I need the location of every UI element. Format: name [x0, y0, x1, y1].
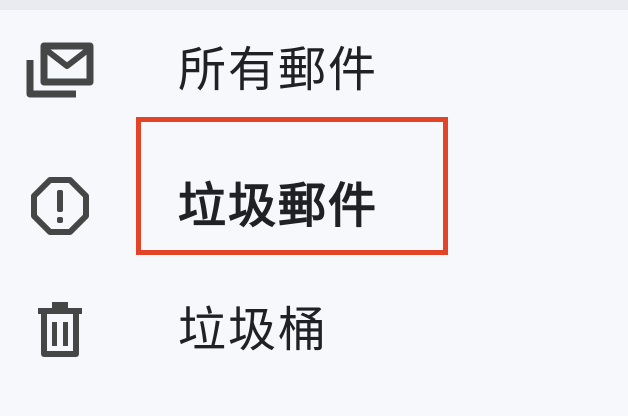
- sidebar-item-all-mail[interactable]: 所有郵件: [0, 22, 628, 118]
- trash-icon: [24, 282, 96, 378]
- sidebar-item-spam[interactable]: 垃圾郵件: [0, 158, 628, 254]
- all-mail-icon: [24, 22, 96, 118]
- top-divider: [0, 0, 628, 10]
- sidebar-item-label: 垃圾郵件: [178, 178, 379, 234]
- sidebar-item-label: 所有郵件: [178, 42, 379, 98]
- sidebar-item-label: 垃圾桶: [178, 302, 329, 358]
- spam-icon: [24, 158, 96, 254]
- sidebar-item-trash[interactable]: 垃圾桶: [0, 282, 628, 378]
